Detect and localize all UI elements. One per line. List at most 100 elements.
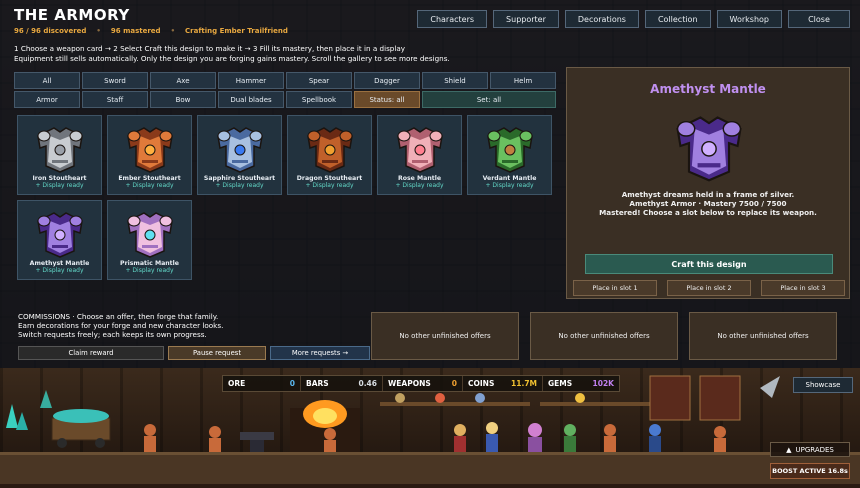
discovered-count: 96 / 96 discovered: [14, 27, 87, 35]
crafting-status: Crafting Ember Trailfriend: [185, 27, 288, 35]
more-requests-button[interactable]: More requests →: [270, 346, 370, 360]
filter-staff[interactable]: Staff: [82, 91, 148, 108]
pause-request-button[interactable]: Pause request: [168, 346, 266, 360]
filter-dagger[interactable]: Dagger: [354, 72, 420, 89]
armor-icon: [126, 127, 173, 173]
upgrades-label: UPGRADES: [795, 445, 834, 454]
filter-helm[interactable]: Helm: [490, 72, 556, 89]
design-mastered-note: Mastered! Choose a slot below to replace…: [599, 208, 817, 217]
design-mastery: Amethyst Armor · Mastery 7500 / 7500: [629, 199, 787, 208]
set-filter-dropdown[interactable]: Set: all: [422, 91, 556, 108]
design-card[interactable]: Amethyst Mantle + Display ready: [17, 200, 102, 280]
design-card-status: + Display ready: [395, 182, 444, 189]
design-name: Amethyst Mantle: [650, 82, 766, 96]
design-card[interactable]: Dragon Stoutheart + Display ready: [287, 115, 372, 195]
resource-label: WEAPONS: [388, 379, 431, 388]
filter-spellbook[interactable]: Spellbook: [286, 91, 352, 108]
supporter-button[interactable]: Supporter: [493, 10, 559, 28]
resource-label: GEMS: [548, 379, 573, 388]
commissions-info: COMMISSIONS · Choose an offer, then forg…: [18, 312, 223, 339]
resource-ore: ORE 0: [223, 376, 301, 391]
resource-label: COINS: [468, 379, 495, 388]
resource-label: BARS: [306, 379, 329, 388]
instructions-steps: 1 Choose a weapon card → 2 Select Craft …: [14, 44, 406, 53]
design-detail-panel: Amethyst Mantle Amethyst dreams held in …: [566, 67, 850, 299]
mastered-count: 96 mastered: [110, 27, 161, 35]
commission-actions: Claim reward Pause request More requests…: [18, 346, 370, 360]
design-card[interactable]: Verdant Mantle + Display ready: [467, 115, 552, 195]
armor-icon: [396, 127, 443, 173]
resource-value: 102K: [592, 379, 614, 388]
filter-grid: All Sword Axe Hammer Spear Dagger Shield…: [14, 72, 558, 108]
showcase-button[interactable]: Showcase: [793, 377, 853, 393]
status-filter-dropdown[interactable]: Status: all: [354, 91, 420, 108]
armor-icon: [36, 127, 83, 173]
boost-status-badge: BOOST ACTIVE 16.8s: [770, 463, 850, 479]
design-card-name: Amethyst Mantle: [29, 260, 90, 267]
instructions-note: Equipment still sells automatically. Onl…: [14, 54, 450, 63]
design-card-status: + Display ready: [215, 182, 264, 189]
design-gallery: Iron Stoutheart + Display ready Ember Stou…: [17, 115, 557, 280]
place-slot-3-button[interactable]: Place in slot 3: [761, 280, 845, 296]
commissions-heading: COMMISSIONS · Choose an offer, then forg…: [18, 312, 219, 321]
design-card-name: Iron Stoutheart: [32, 175, 87, 182]
filter-hammer[interactable]: Hammer: [218, 72, 284, 89]
resource-value: 0: [289, 379, 295, 388]
design-card-name: Verdant Mantle: [482, 175, 537, 182]
filter-sword[interactable]: Sword: [82, 72, 148, 89]
top-navigation: Characters Supporter Decorations Collect…: [417, 10, 850, 28]
commissions-line: Switch requests freely; each keeps its o…: [18, 330, 207, 339]
claim-reward-button[interactable]: Claim reward: [18, 346, 164, 360]
design-card-status: + Display ready: [35, 267, 84, 274]
close-button[interactable]: Close: [788, 10, 850, 28]
resource-value: 11.7M: [511, 379, 537, 388]
separator: •: [96, 27, 101, 35]
design-card[interactable]: Rose Mantle + Display ready: [377, 115, 462, 195]
design-card[interactable]: Prismatic Mantle + Display ready: [107, 200, 192, 280]
header-stats: 96 / 96 discovered • 96 mastered • Craft…: [14, 27, 288, 35]
armor-icon: [486, 127, 533, 173]
craft-button[interactable]: Craft this design: [585, 254, 833, 274]
resource-bars: BARS 0.46: [301, 376, 383, 391]
offer-slot: No other unfinished offers: [689, 312, 837, 360]
design-description: Amethyst dreams held in a frame of silve…: [567, 190, 849, 217]
offer-slot: No other unfinished offers: [530, 312, 678, 360]
resource-coins: COINS 11.7M: [463, 376, 543, 391]
page-title: THE ARMORY: [14, 6, 130, 24]
filter-spear[interactable]: Spear: [286, 72, 352, 89]
characters-button[interactable]: Characters: [417, 10, 488, 28]
design-card[interactable]: Iron Stoutheart + Display ready: [17, 115, 102, 195]
workshop-button[interactable]: Workshop: [716, 10, 782, 28]
design-card-status: + Display ready: [125, 267, 174, 274]
design-card-status: + Display ready: [305, 182, 354, 189]
upgrades-button[interactable]: ▲ UPGRADES: [770, 442, 850, 457]
design-card[interactable]: Sapphire Stoutheart + Display ready: [197, 115, 282, 195]
filter-shield[interactable]: Shield: [422, 72, 488, 89]
resource-gems: GEMS 102K: [543, 376, 619, 391]
armor-icon: [126, 212, 173, 258]
resource-bar: ORE 0 BARS 0.46 WEAPONS 0 COINS 11.7M GE…: [222, 375, 620, 392]
resource-value: 0.46: [358, 379, 377, 388]
design-flavor: Amethyst dreams held in a frame of silve…: [621, 190, 795, 199]
design-card-name: Rose Mantle: [397, 175, 442, 182]
design-card-status: + Display ready: [35, 182, 84, 189]
filter-axe[interactable]: Axe: [150, 72, 216, 89]
collection-button[interactable]: Collection: [644, 10, 711, 28]
slot-buttons: Place in slot 1 Place in slot 2 Place in…: [573, 280, 845, 296]
design-card-name: Prismatic Mantle: [120, 260, 179, 267]
place-slot-1-button[interactable]: Place in slot 1: [573, 280, 657, 296]
filter-bow[interactable]: Bow: [150, 91, 216, 108]
filter-armor[interactable]: Armor: [14, 91, 80, 108]
place-slot-2-button[interactable]: Place in slot 2: [667, 280, 751, 296]
design-card[interactable]: Ember Stoutheart + Display ready: [107, 115, 192, 195]
design-card-status: + Display ready: [485, 182, 534, 189]
filter-all[interactable]: All: [14, 72, 80, 89]
filter-dual-blades[interactable]: Dual blades: [218, 91, 284, 108]
decorations-button[interactable]: Decorations: [564, 10, 639, 28]
offer-slot: No other unfinished offers: [371, 312, 519, 360]
instructions: 1 Choose a weapon card → 2 Select Craft …: [14, 44, 450, 64]
armor-icon: [216, 127, 263, 173]
resource-weapons: WEAPONS 0: [383, 376, 463, 391]
design-card-status: + Display ready: [125, 182, 174, 189]
chevron-up-icon: ▲: [786, 445, 792, 454]
